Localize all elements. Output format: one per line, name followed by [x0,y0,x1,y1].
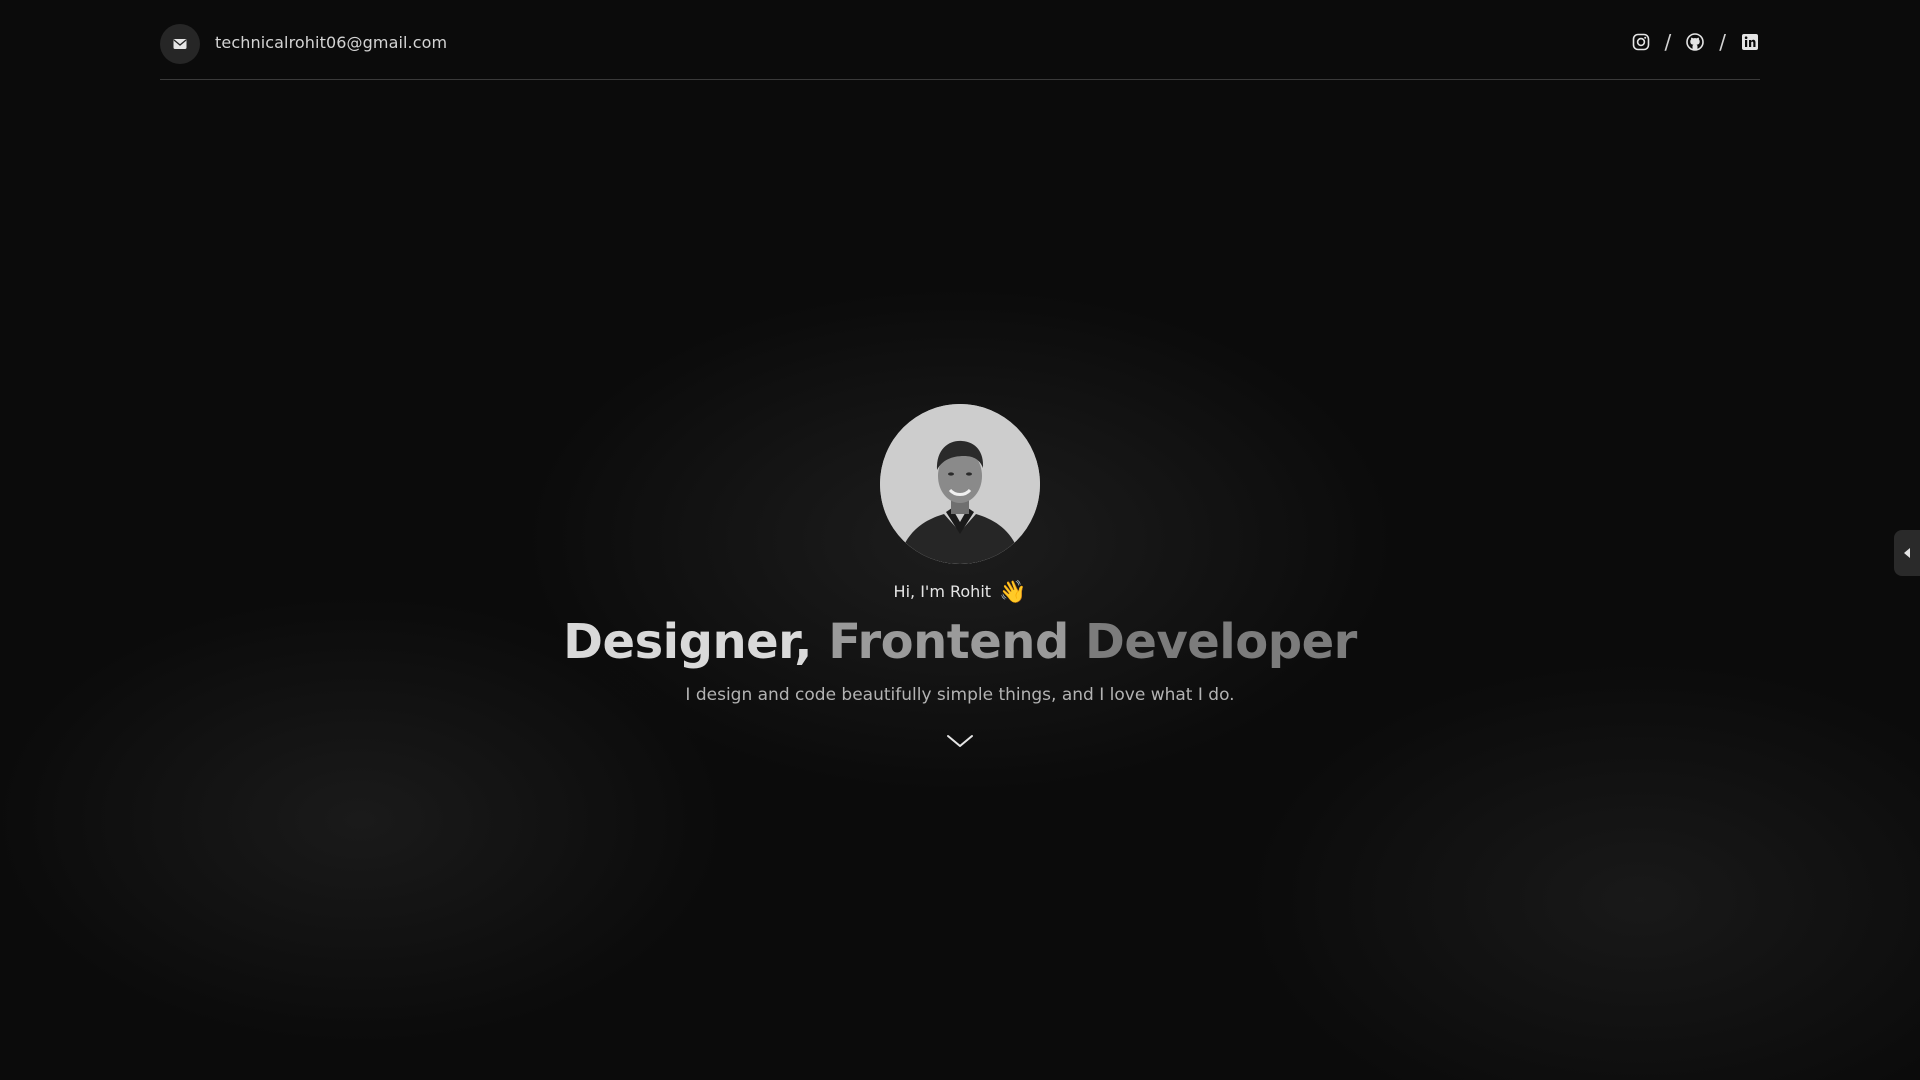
caret-left-icon [1902,544,1912,563]
headline-part-1: Designer, [563,614,813,670]
headline: Designer, Frontend Developer [0,612,1920,672]
greeting-text: Hi, I'm Rohit [893,582,992,601]
headline-part-2: Frontend [828,614,1069,670]
envelope-icon[interactable] [160,24,200,64]
instagram-icon[interactable] [1631,32,1651,52]
profile-photo [880,404,1040,564]
waving-hand-icon: 👋 [999,580,1027,605]
social-links: / / [1631,32,1761,52]
linkedin-icon[interactable] [1740,32,1760,52]
top-bar: technicalrohit06@gmail.com / / [160,0,1760,80]
greeting: Hi, I'm Rohit 👋 [0,580,1920,605]
email-link[interactable]: technicalrohit06@gmail.com [215,33,447,52]
page: technicalrohit06@gmail.com / / Hi, I'm R… [0,0,1920,1080]
separator: / [1719,30,1726,54]
tagline: I design and code beautifully simple thi… [685,685,1235,705]
chevron-down-icon[interactable] [945,730,975,752]
separator: / [1664,30,1672,54]
side-drawer-toggle[interactable] [1894,530,1920,576]
headline-part-3: Developer [1085,614,1357,670]
github-icon[interactable] [1685,32,1705,52]
